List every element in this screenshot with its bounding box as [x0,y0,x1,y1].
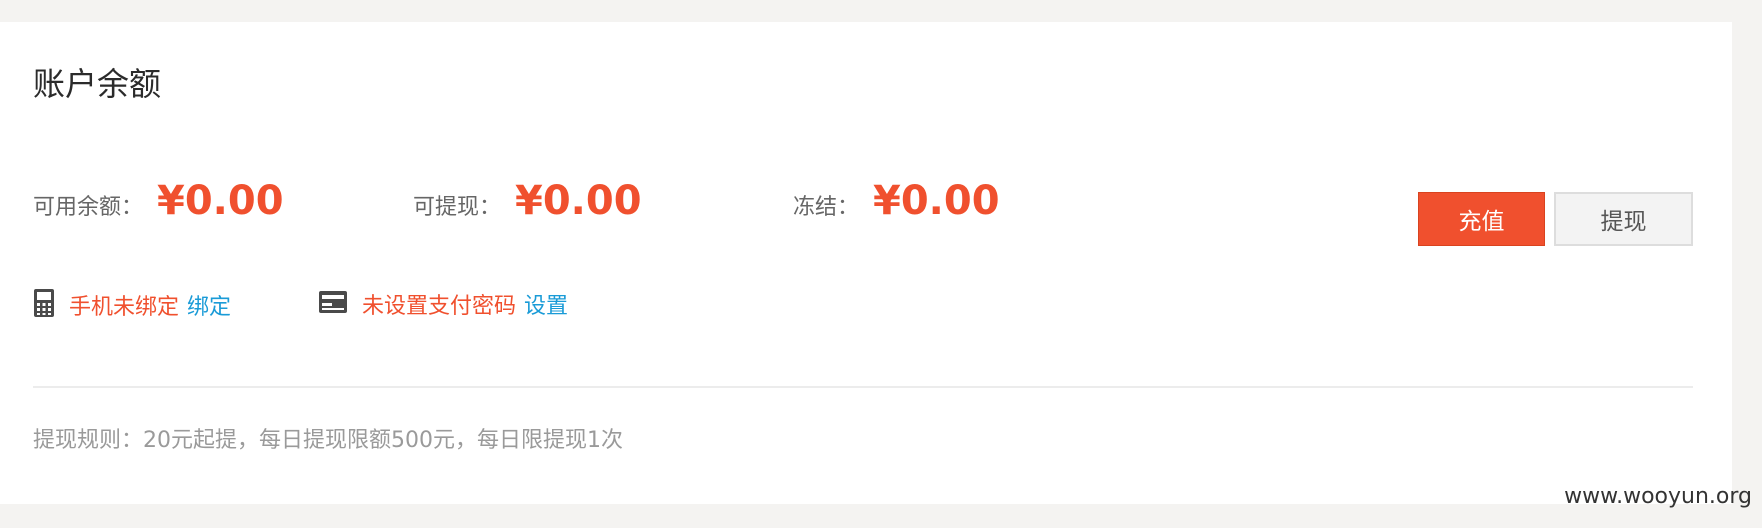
withdrawable-balance-amount: ¥0.00 [515,178,642,224]
divider [33,386,1693,388]
withdrawable-balance: 可提现： ¥0.00 [413,178,642,224]
frozen-balance: 冻结： ¥0.00 [793,178,1000,224]
payment-password-notice: 未设置支付密码 设置 [318,288,568,320]
withdraw-button[interactable]: 提现 [1554,192,1693,246]
set-password-link[interactable]: 设置 [524,288,568,320]
watermark: www.wooyun.org [1564,484,1752,509]
recharge-button[interactable]: 充值 [1418,192,1545,246]
account-balance-panel: 账户余额 可用余额： ¥0.00 可提现： ¥0.00 冻结： ¥0.00 充值… [0,22,1732,504]
withdrawable-balance-label: 可提现： [413,195,502,220]
available-balance-label: 可用余额： [33,195,144,220]
available-balance: 可用余额： ¥0.00 [33,178,284,224]
phone-unbound-text: 手机未绑定 [69,295,180,320]
card-icon [318,290,348,318]
frozen-balance-label: 冻结： [793,195,860,220]
withdrawal-rules: 提现规则：20元起提，每日提现限额500元，每日限提现1次 [33,428,623,453]
available-balance-amount: ¥0.00 [157,178,284,224]
bind-phone-link[interactable]: 绑定 [187,289,231,321]
mobile-phone-icon [33,288,55,322]
frozen-balance-amount: ¥0.00 [873,178,1000,224]
page-title: 账户余额 [33,65,162,103]
phone-binding-notice: 手机未绑定 绑定 [33,288,231,322]
password-unset-text: 未设置支付密码 [362,294,517,319]
